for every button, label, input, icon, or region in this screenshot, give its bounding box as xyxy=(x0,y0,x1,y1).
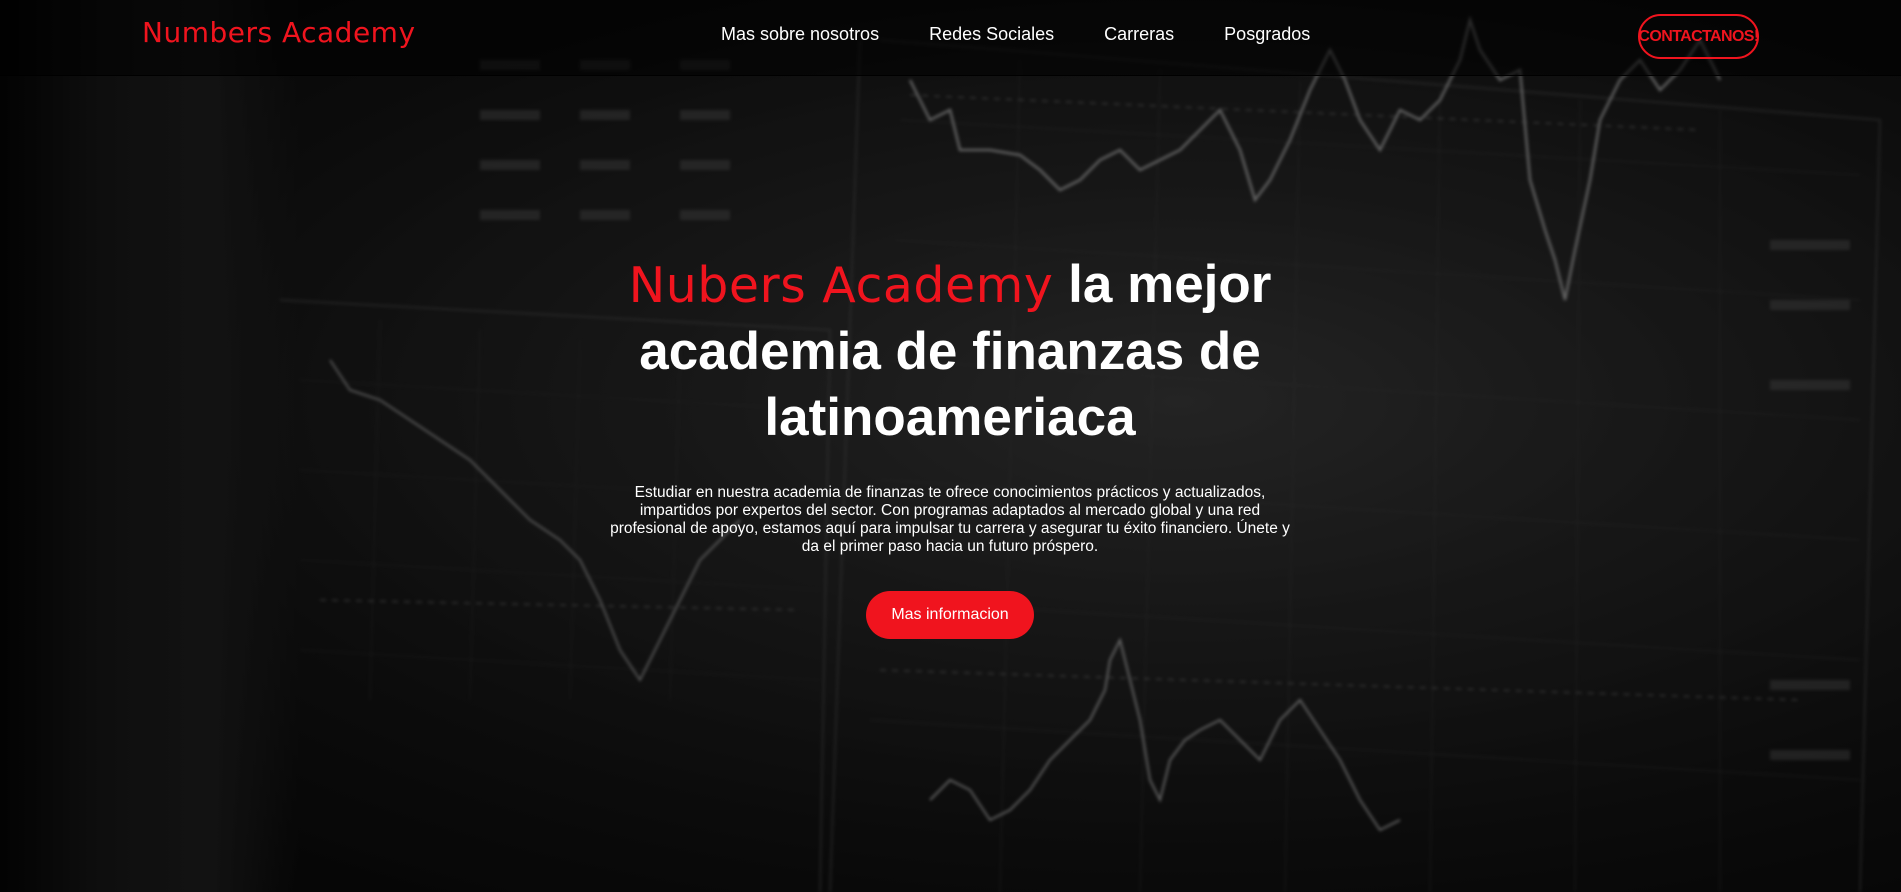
nav-link-about[interactable]: Mas sobre nosotros xyxy=(721,24,879,45)
brand-logo[interactable]: Numbers Academy xyxy=(142,16,416,49)
contact-button[interactable]: CONTACTANOS! xyxy=(1638,14,1759,59)
nav-link-postgrads[interactable]: Posgrados xyxy=(1224,24,1310,45)
hero-description: Estudiar en nuestra academia de finanzas… xyxy=(610,484,1290,555)
nav-link-social[interactable]: Redes Sociales xyxy=(929,24,1054,45)
more-info-button[interactable]: Mas informacion xyxy=(866,591,1034,639)
hero-headline: Nubers Academy la mejor academia de fina… xyxy=(550,252,1350,451)
top-navbar: Numbers Academy Mas sobre nosotros Redes… xyxy=(0,0,1901,76)
headline-accent: Nubers Academy xyxy=(628,257,1054,314)
nav-links: Mas sobre nosotros Redes Sociales Carrer… xyxy=(721,24,1310,45)
nav-link-careers[interactable]: Carreras xyxy=(1104,24,1174,45)
